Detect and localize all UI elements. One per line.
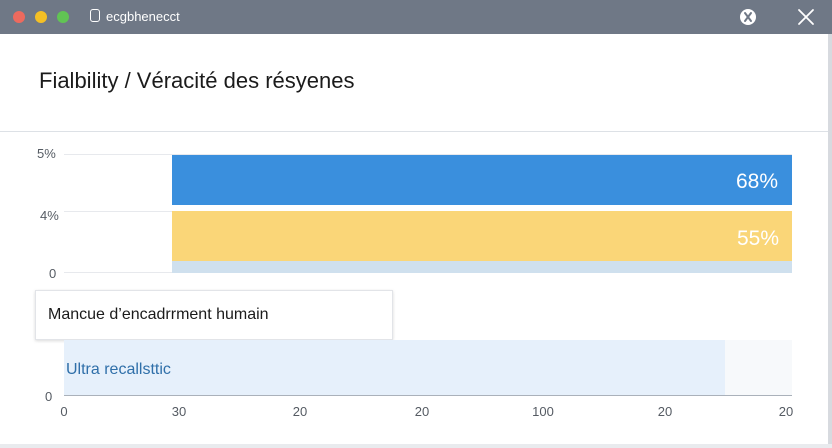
window-right-edge bbox=[828, 34, 832, 448]
x-tick-label: 20 bbox=[292, 404, 308, 419]
window-title: ecgbhenecct bbox=[106, 9, 180, 24]
x-tick-label: 20 bbox=[778, 404, 794, 419]
bar-value-label: 68% bbox=[736, 170, 779, 193]
x-tick-label: 20 bbox=[414, 404, 430, 419]
x-axis-line bbox=[64, 395, 792, 396]
x-tick-label: 0 bbox=[60, 404, 68, 419]
x-tick-label: 20 bbox=[657, 404, 673, 419]
y-tick-label: 0 bbox=[49, 266, 57, 281]
header-divider bbox=[0, 131, 828, 132]
close-window-icon[interactable] bbox=[13, 11, 25, 23]
bar-base bbox=[172, 261, 792, 273]
app-window: ecgbhenecct Fialbility / Véracité des ré… bbox=[0, 0, 832, 448]
bar-value-label: 55% bbox=[737, 227, 780, 250]
bar-series-2 bbox=[172, 211, 792, 261]
bar-series-1 bbox=[172, 155, 792, 205]
y-tick-label: 4% bbox=[40, 208, 59, 223]
minimize-window-icon[interactable] bbox=[35, 11, 47, 23]
category-label: Mancue d’encadrrment humain bbox=[48, 306, 269, 323]
tab-icon bbox=[90, 9, 100, 22]
zoom-window-icon[interactable] bbox=[57, 11, 69, 23]
page-title: Fialbility / Véracité des résyenes bbox=[39, 68, 355, 93]
y-tick-label: 0 bbox=[45, 389, 53, 404]
title-bar: ecgbhenecct bbox=[0, 0, 832, 34]
category-label-box: Mancue d’encadrrment humain bbox=[35, 290, 393, 340]
y-tick-label: 5% bbox=[37, 146, 56, 161]
x-tick-label: 100 bbox=[532, 404, 554, 419]
x-tick-label: 30 bbox=[171, 404, 187, 419]
close-icon[interactable] bbox=[796, 7, 816, 27]
settings-icon[interactable] bbox=[740, 9, 756, 25]
window-bottom-edge bbox=[0, 444, 832, 448]
lower-series-label: Ultra recallsttic bbox=[66, 361, 171, 378]
